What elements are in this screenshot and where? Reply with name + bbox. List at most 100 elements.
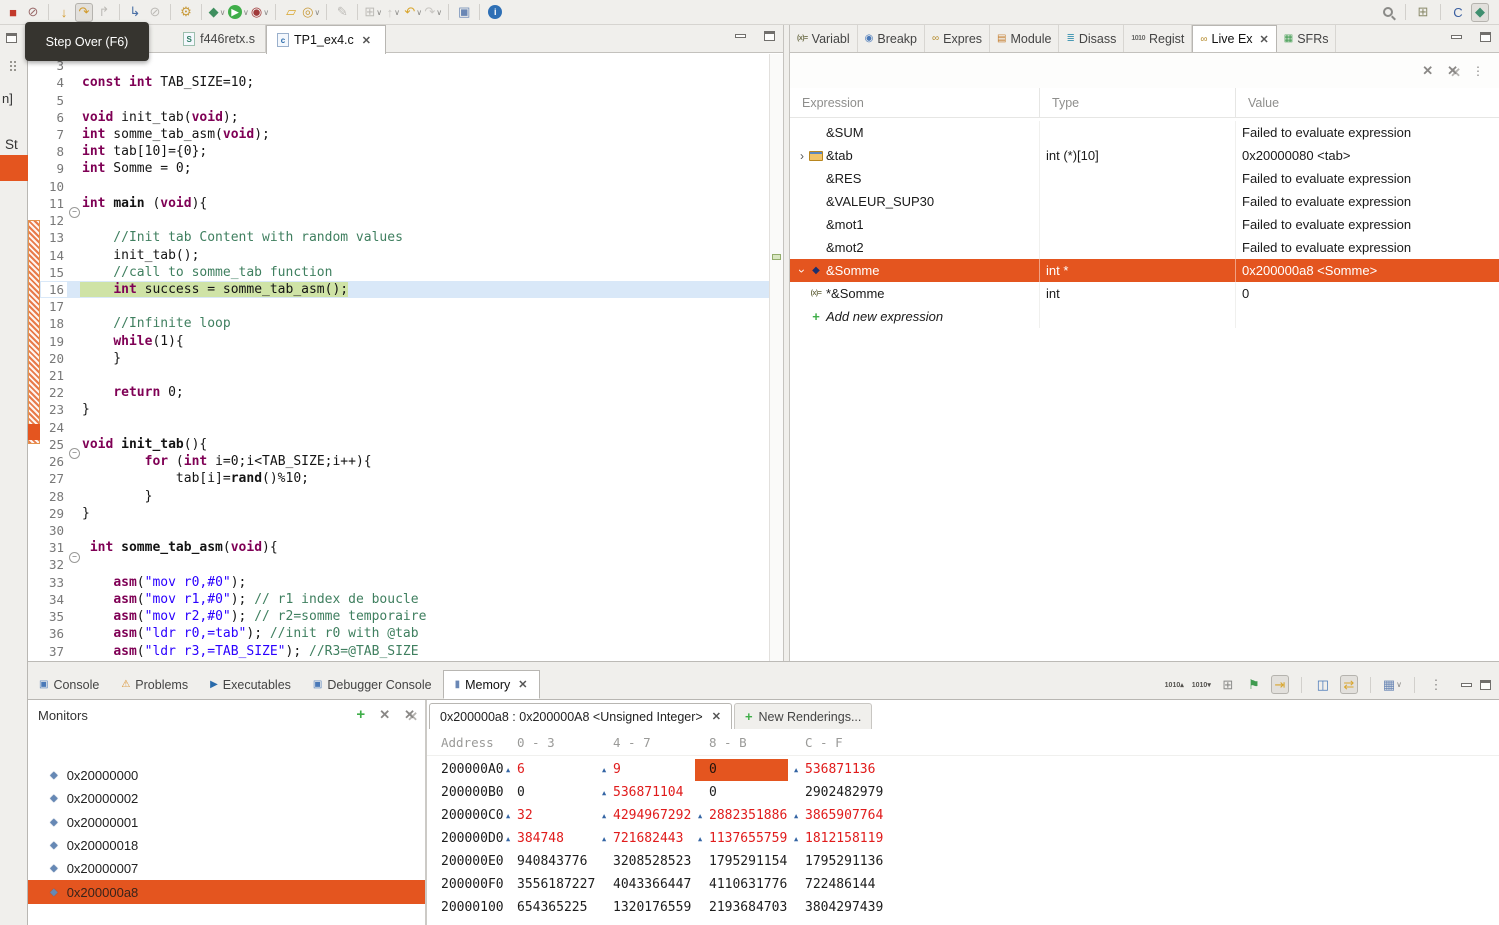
code-line-21[interactable]: 21 <box>28 367 783 384</box>
close-icon[interactable]: ✕ <box>362 34 371 47</box>
add-monitor-icon[interactable]: + <box>356 706 365 723</box>
code-line-18[interactable]: 18 //Infinite loop <box>28 315 783 332</box>
expression-row[interactable]: &VALEUR_SUP30Failed to evaluate expressi… <box>790 190 1499 213</box>
code-line-4[interactable]: 4const int TAB_SIZE=10; <box>28 74 783 91</box>
maximize-icon[interactable] <box>1480 32 1491 42</box>
restore-editor-icon[interactable]: ▣ <box>455 3 473 22</box>
tab-live-ex[interactable]: ∞Live Ex✕ <box>1192 25 1276 52</box>
expression-row[interactable]: &mot2Failed to evaluate expression <box>790 236 1499 259</box>
expression-row[interactable]: &SUMFailed to evaluate expression <box>790 121 1499 144</box>
monitor-item[interactable]: ◆0x20000000 <box>28 764 425 787</box>
info-icon[interactable]: i <box>486 3 504 22</box>
tab-module[interactable]: ▤Module <box>990 25 1059 52</box>
new-renderings-tab[interactable]: + New Renderings... <box>734 703 872 729</box>
export-memory-icon[interactable]: 1010▴ <box>1165 675 1184 694</box>
close-icon[interactable]: ✕ <box>1260 33 1269 46</box>
minimize-icon[interactable] <box>1451 35 1462 39</box>
memory-cell[interactable]: ▲6 <box>503 759 599 781</box>
memory-cell[interactable]: 2902482979 <box>791 782 887 804</box>
open-folder-icon[interactable]: ▱ <box>282 3 300 22</box>
code-line-7[interactable]: 7int somme_tab_asm(void); <box>28 126 783 143</box>
column-header-value[interactable]: Value <box>1236 88 1499 117</box>
close-icon[interactable]: ✕ <box>518 678 527 691</box>
disconnect-icon[interactable]: ⊘ <box>24 3 42 22</box>
memory-cell[interactable]: ▲3865907764 <box>791 805 887 827</box>
search-tool-icon[interactable]: ◎∨ <box>302 3 320 22</box>
remove-expression-icon[interactable]: ✕ <box>1422 63 1433 79</box>
step-over-icon[interactable]: ↷ <box>75 3 93 22</box>
monitor-item[interactable]: ◆0x20000002 <box>28 787 425 810</box>
instruction-stepping-icon[interactable]: ↳ <box>126 3 144 22</box>
tab-console[interactable]: ▣Console <box>28 670 110 699</box>
code-line-28[interactable]: 28 } <box>28 487 783 504</box>
code-line-30[interactable]: 30 <box>28 522 783 539</box>
memory-cell[interactable]: 3208528523 <box>599 851 695 873</box>
tab-tp1-ex4-c[interactable]: c TP1_ex4.c ✕ <box>266 25 386 54</box>
memory-cell[interactable]: 654365225 <box>503 897 599 919</box>
memory-cell[interactable]: 3556187227 <box>503 874 599 896</box>
step-into-icon[interactable]: ↓ <box>55 3 73 22</box>
remove-all-monitors-icon[interactable]: ✕ <box>404 707 415 723</box>
code-line-23[interactable]: 23} <box>28 401 783 418</box>
remove-all-expressions-icon[interactable]: ✕ <box>1447 63 1458 79</box>
memory-cell[interactable]: ▲536871136 <box>791 759 887 781</box>
memory-cell[interactable]: 0 <box>695 759 788 781</box>
memory-cell[interactable]: ▲2882351886 <box>695 805 791 827</box>
code-line-14[interactable]: 14 init_tab(); <box>28 246 783 263</box>
memory-cell[interactable]: 1320176559 <box>599 897 695 919</box>
maximize-icon[interactable] <box>1480 680 1491 690</box>
memory-cell[interactable]: 940843776 <box>503 851 599 873</box>
expression-row[interactable]: &mot1Failed to evaluate expression <box>790 213 1499 236</box>
code-line-5[interactable]: 5 <box>28 91 783 108</box>
monitor-item[interactable]: ◆0x20000007 <box>28 857 425 880</box>
c-perspective-icon[interactable]: C <box>1449 3 1467 22</box>
code-line-24[interactable]: 24 <box>28 419 783 436</box>
forward-icon[interactable]: ↷∨ <box>424 3 442 22</box>
build-icon[interactable]: ⚙ <box>177 3 195 22</box>
view-menu-dots-icon[interactable] <box>10 61 12 63</box>
monitor-item[interactable]: ◆0x20000018 <box>28 834 425 857</box>
run-icon[interactable]: ▶∨ <box>228 3 249 22</box>
debug-perspective-icon[interactable]: ◆ <box>1471 3 1489 22</box>
memory-cell[interactable]: 722486144 <box>791 874 887 896</box>
occurrence-marker[interactable] <box>772 254 781 260</box>
tab-sfrs[interactable]: ▦SFRs <box>1277 25 1337 52</box>
memory-cell[interactable]: ▲4294967292 <box>599 805 695 827</box>
tab-breakp[interactable]: ◉Breakp <box>858 25 925 52</box>
skip-breakpoints-icon[interactable]: ⊘ <box>146 3 164 22</box>
tab-debugger-console[interactable]: ▣Debugger Console <box>302 670 443 699</box>
memory-cell[interactable]: 4110631776 <box>695 874 791 896</box>
horizontal-sash[interactable] <box>28 661 1499 670</box>
tab-expres[interactable]: ∞Expres <box>925 25 990 52</box>
step-return-icon[interactable]: ↱ <box>95 3 113 22</box>
tab-memory[interactable]: ▮Memory✕ <box>443 670 540 699</box>
code-line-25[interactable]: 25void init_tab(){ <box>28 436 783 453</box>
memory-cell[interactable]: 0 <box>503 782 599 804</box>
expression-row[interactable]: +Add new expression <box>790 305 1499 328</box>
column-header-expression[interactable]: Expression <box>790 88 1040 117</box>
code-line-33[interactable]: 33 asm("mov r0,#0"); <box>28 574 783 591</box>
memory-cell[interactable]: ▲9 <box>599 759 695 781</box>
code-area[interactable]: 34const int TAB_SIZE=10;56void init_tab(… <box>28 57 783 661</box>
tab-problems[interactable]: ⚠Problems <box>110 670 199 699</box>
debug-icon[interactable]: ◆∨ <box>208 3 226 22</box>
expression-row[interactable]: (x)=*&Sommeint0 <box>790 282 1499 305</box>
code-line-8[interactable]: 8int tab[10]={0}; <box>28 143 783 160</box>
code-line-11[interactable]: 11int main (void){ <box>28 195 783 212</box>
view-menu-icon[interactable]: ⋮ <box>1427 675 1445 694</box>
mark-occurrences-icon[interactable]: ⊞∨ <box>364 3 382 22</box>
memory-cell[interactable]: 2193684703 <box>695 897 791 919</box>
overview-ruler[interactable] <box>769 54 783 661</box>
code-line-15[interactable]: 15 //call to somme_tab function <box>28 264 783 281</box>
code-line-13[interactable]: 13 //Init tab Content with random values <box>28 229 783 246</box>
code-line-17[interactable]: 17 <box>28 298 783 315</box>
monitor-item[interactable]: ◆0x20000001 <box>28 811 425 834</box>
view-menu-icon[interactable]: ⋮ <box>1472 64 1485 78</box>
open-perspective-icon[interactable]: ⊞ <box>1414 3 1432 22</box>
pin-memory-icon[interactable]: ⚑ <box>1245 675 1263 694</box>
external-tools-icon[interactable]: ◉∨ <box>251 3 269 22</box>
memory-cell[interactable]: ▲384748 <box>503 828 599 850</box>
new-memory-view-icon[interactable]: ⊞ <box>1219 675 1237 694</box>
code-line-35[interactable]: 35 asm("mov r2,#0"); // r2=somme tempora… <box>28 608 783 625</box>
terminate-icon[interactable]: ■ <box>4 3 22 22</box>
